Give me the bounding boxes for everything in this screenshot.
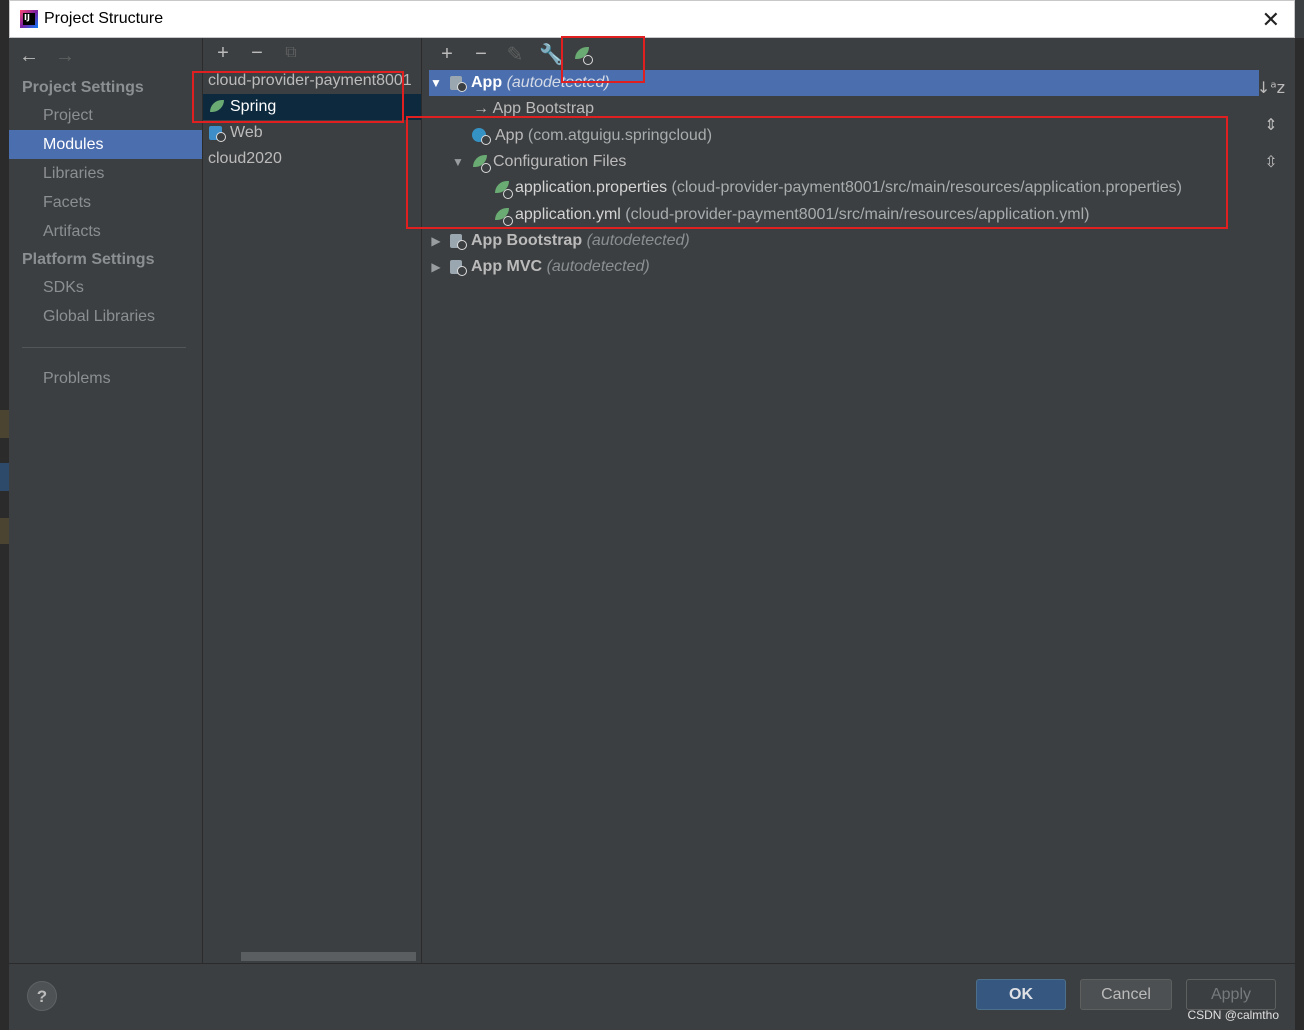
spring-config-icon [471, 154, 491, 174]
tree-row-hint: (autodetected) [506, 74, 610, 92]
nav-item-sdks[interactable]: SDKs [9, 273, 202, 302]
horizontal-scrollbar[interactable] [241, 952, 416, 961]
copy-icon[interactable]: ⧉ [281, 44, 301, 62]
spring-context-tree: ▼ App (autodetected) → App Bootstrap App… [429, 70, 1259, 280]
forward-arrow-icon[interactable]: → [55, 45, 75, 68]
background-ide-right [1294, 38, 1304, 1030]
tree-row-app-bootstrap-link[interactable]: → App Bootstrap [429, 96, 1259, 122]
close-icon[interactable]: ✕ [1262, 7, 1280, 33]
module-item-label: cloud2020 [208, 150, 282, 167]
module-item-web[interactable]: Web [203, 120, 421, 146]
module-item-label: cloud-provider-payment8001 [208, 72, 412, 89]
title-bar: IJ Project Structure ✕ [9, 0, 1295, 38]
tree-row-label: App Bootstrap [471, 231, 583, 249]
nav-item-modules[interactable]: Modules [9, 130, 202, 159]
tree-row-label: → App Bootstrap [473, 100, 594, 118]
tree-row-label: application.yml [515, 205, 621, 223]
wrench-icon[interactable]: 🔧 [539, 42, 564, 67]
context-icon [449, 232, 467, 250]
module-toolbar: + − ⧉ [203, 38, 421, 68]
web-icon [208, 124, 226, 142]
intellij-app-icon: IJ [20, 10, 38, 28]
nav-history: ← → [9, 38, 202, 74]
background-ide-strip [0, 0, 9, 1030]
tree-row-app-class[interactable]: App (com.atguigu.springcloud) [429, 123, 1259, 149]
expand-all-icon[interactable]: ⇕ [1264, 115, 1277, 134]
ok-button[interactable]: OK [976, 979, 1066, 1010]
tree-row-label: App [471, 74, 503, 92]
tree-row-label: App [495, 126, 524, 144]
tree-side-toolbar: ↓ᵃz ⇕ ⇳ [1257, 78, 1285, 171]
back-arrow-icon[interactable]: ← [19, 45, 39, 68]
window-title: Project Structure [44, 10, 164, 27]
dialog-footer: ? OK Cancel Apply CSDN @calmtho [9, 963, 1295, 1030]
project-settings-header: Project Settings [22, 79, 144, 96]
collapse-all-icon[interactable]: ⇳ [1264, 152, 1277, 171]
spring-leaf-icon [208, 99, 226, 115]
nav-item-artifacts[interactable]: Artifacts [9, 217, 202, 246]
platform-settings-header: Platform Settings [22, 251, 155, 268]
collapse-icon[interactable]: ▶ [429, 234, 443, 248]
nav-item-problems[interactable]: Problems [9, 364, 202, 393]
settings-nav: ← → Project Settings Project Modules Lib… [9, 38, 202, 963]
tree-row-application-properties[interactable]: application.properties (cloud-provider-p… [429, 175, 1259, 201]
remove-icon[interactable]: − [471, 43, 491, 66]
edit-pencil-icon[interactable]: ✎ [505, 42, 525, 67]
module-item-cloud-provider-payment8001[interactable]: cloud-provider-payment8001 [203, 68, 421, 94]
facet-toolbar: + − ✎ 🔧 [422, 38, 1295, 70]
spring-config-icon[interactable] [573, 46, 593, 65]
context-icon [449, 258, 467, 277]
tree-row-app-bootstrap[interactable]: ▶ App Bootstrap (autodetected) [429, 228, 1259, 254]
context-icon [449, 74, 467, 93]
module-item-label: Web [230, 124, 263, 141]
nav-divider [22, 347, 186, 348]
add-icon[interactable]: + [437, 43, 457, 66]
tree-row-label: Configuration Files [493, 153, 627, 171]
module-item-cloud2020[interactable]: cloud2020 [203, 146, 421, 172]
tree-row-label: App MVC [471, 258, 543, 276]
spring-config-icon [493, 180, 513, 200]
module-item-label: Spring [230, 98, 277, 115]
tree-row-configuration-files[interactable]: ▼ Configuration Files [429, 149, 1259, 175]
remove-icon[interactable]: − [247, 42, 267, 65]
tree-row-path: (cloud-provider-payment8001/src/main/res… [671, 179, 1183, 197]
collapse-icon[interactable]: ▶ [429, 260, 443, 274]
tree-row-path: (com.atguigu.springcloud) [527, 126, 713, 144]
spring-config-icon [493, 207, 513, 226]
nav-item-facets[interactable]: Facets [9, 188, 202, 217]
tree-row-app[interactable]: ▼ App (autodetected) [429, 70, 1259, 97]
help-button[interactable]: ? [27, 981, 57, 1011]
tree-row-app-mvc[interactable]: ▶ App MVC (autodetected) [429, 254, 1259, 280]
spring-boot-app-icon [471, 127, 491, 145]
watermark: CSDN @calmtho [1187, 1008, 1279, 1022]
tree-row-hint: (autodetected) [546, 258, 650, 276]
nav-item-project[interactable]: Project [9, 101, 202, 130]
tree-row-application-yml[interactable]: application.yml (cloud-provider-payment8… [429, 201, 1259, 227]
cancel-button[interactable]: Cancel [1080, 979, 1172, 1010]
expand-icon[interactable]: ▼ [429, 76, 443, 90]
module-item-spring[interactable]: Spring [203, 94, 421, 120]
nav-item-libraries[interactable]: Libraries [9, 159, 202, 188]
tree-row-label: application.properties [515, 179, 668, 197]
apply-button[interactable]: Apply [1186, 979, 1276, 1010]
tree-row-path: (cloud-provider-payment8001/src/main/res… [625, 205, 1090, 223]
tree-row-hint: (autodetected) [586, 231, 690, 249]
module-tree: cloud-provider-payment8001 Spring Web cl… [203, 68, 421, 172]
sort-alphabetically-icon[interactable]: ↓ᵃz [1257, 78, 1285, 97]
spring-facet-panel: + − ✎ 🔧 ▼ App (autodetected) → App Boots… [422, 38, 1295, 963]
expand-icon[interactable]: ▼ [451, 155, 465, 169]
module-list-panel: + − ⧉ cloud-provider-payment8001 Spring … [202, 38, 422, 963]
nav-item-global-libraries[interactable]: Global Libraries [9, 302, 202, 331]
add-icon[interactable]: + [213, 42, 233, 65]
